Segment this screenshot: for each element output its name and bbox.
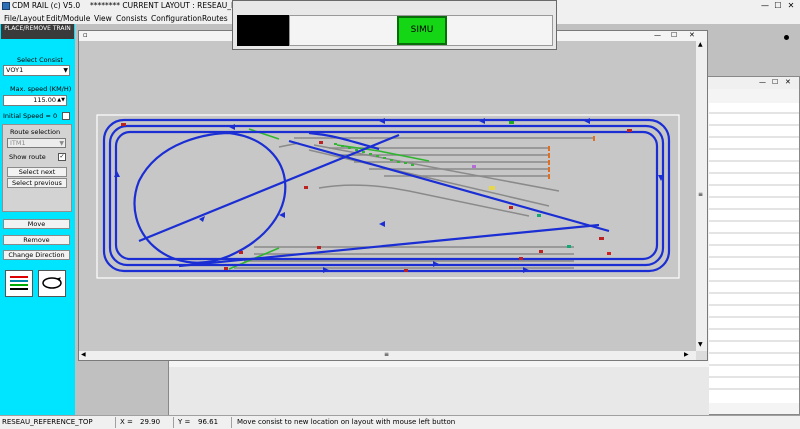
horizontal-scrollbar[interactable]: ◀ ≡ ▶ (79, 351, 696, 360)
scroll-thumb-icon[interactable]: ≡ (384, 351, 389, 358)
scroll-thumb-icon[interactable]: ≡ (698, 191, 703, 198)
route-select[interactable]: ITM1 ▼ (7, 138, 66, 148)
app-title: CDM RAIL (c) V5.0 (12, 1, 81, 10)
close-icon[interactable]: ✕ (786, 1, 796, 11)
remove-button[interactable]: Remove (3, 235, 70, 245)
simu-button[interactable]: SIMU (397, 16, 447, 45)
place-remove-train-panel: PLACE/REMOVE TRAIN Select Consist VOY1 ▼… (0, 24, 75, 415)
spinner-icon[interactable]: ▲▼ (57, 96, 65, 105)
list-lines (709, 112, 799, 390)
change-direction-button[interactable]: Change Direction (3, 250, 70, 260)
close-icon[interactable]: ✕ (689, 31, 695, 39)
status-layout-name: RESEAU_REFERENCE_TOP (0, 417, 116, 428)
track-color-icon[interactable] (5, 270, 33, 297)
vertical-scrollbar[interactable]: ▲ ≡ ▼ (696, 41, 707, 351)
select-previous-button[interactable]: Select previous (7, 178, 67, 188)
checkbox-icon[interactable]: ✓ (58, 153, 66, 161)
simulation-panel: SIMU (232, 0, 557, 50)
scroll-up-icon[interactable]: ▲ (698, 41, 703, 48)
background-list-pane (709, 103, 799, 403)
minimize-icon[interactable]: — (654, 31, 661, 39)
loop-route-icon[interactable] (38, 270, 66, 297)
menu-view[interactable]: View (94, 14, 112, 23)
maximize-icon[interactable]: ☐ (671, 31, 677, 39)
dropdown-arrow-icon[interactable]: ▼ (63, 66, 68, 75)
close-icon[interactable]: ✕ (785, 78, 791, 86)
menu-consists[interactable]: Consists (116, 14, 147, 23)
scroll-down-icon[interactable]: ▼ (698, 341, 703, 348)
route-selection-group: Route selection ITM1 ▼ Show route ✓ Sele… (2, 124, 72, 212)
scroll-right-icon[interactable]: ▶ (684, 351, 689, 358)
simulation-display (237, 15, 289, 46)
window-menu-icon[interactable]: ▫ (83, 31, 88, 39)
status-y-label: Y = (178, 418, 191, 426)
show-route-label: Show route (9, 153, 46, 161)
maximize-icon[interactable]: ☐ (772, 78, 778, 86)
consist-select[interactable]: VOY1 ▼ (3, 65, 70, 76)
max-speed-value: 115.00 (33, 96, 56, 104)
consist-value: VOY1 (6, 66, 24, 74)
route-value: ITM1 (10, 139, 26, 147)
layout-canvas[interactable] (79, 41, 696, 351)
menu-file-layout[interactable]: File/Layout (4, 14, 45, 23)
status-y-value: 96.61 (196, 417, 232, 428)
route-selection-label: Route selection (10, 128, 61, 136)
maximize-icon[interactable]: ☐ (773, 1, 783, 11)
status-bar: RESEAU_REFERENCE_TOP X = 29.90 Y = 96.61… (0, 415, 800, 429)
layout-window: ▫ — ☐ ✕ ▲ ≡ ▼ ◀ ≡ ▶ (78, 30, 708, 361)
panel-header: PLACE/REMOVE TRAIN (1, 24, 74, 39)
minimize-icon[interactable]: — (760, 1, 770, 11)
menu-routes[interactable]: Routes (202, 14, 228, 23)
status-message: Move consist to new location on layout w… (237, 418, 456, 426)
track-layout-diagram[interactable] (79, 41, 696, 351)
dropdown-arrow-icon[interactable]: ▼ (59, 139, 64, 148)
initial-speed-checkbox[interactable] (62, 112, 70, 120)
status-x-value: 29.90 (138, 417, 174, 428)
marker-dot-icon (784, 35, 789, 40)
background-lower-pane (169, 367, 709, 415)
max-speed-input[interactable]: 115.00 ▲▼ (3, 95, 67, 106)
menu-configuration[interactable]: Configuration (151, 14, 202, 23)
max-speed-label: Max. speed (KM/H) (10, 85, 72, 93)
app-icon (2, 2, 10, 10)
initial-speed-label: Initial Speed = 0 (3, 112, 58, 120)
minimize-icon[interactable]: — (759, 78, 766, 86)
status-x-label: X = (120, 418, 133, 426)
select-consist-label: Select Consist (17, 56, 63, 64)
menu-edit-module[interactable]: Edit/Module (46, 14, 90, 23)
select-next-button[interactable]: Select next (7, 167, 67, 177)
move-button[interactable]: Move (3, 219, 70, 229)
scroll-left-icon[interactable]: ◀ (81, 351, 86, 358)
